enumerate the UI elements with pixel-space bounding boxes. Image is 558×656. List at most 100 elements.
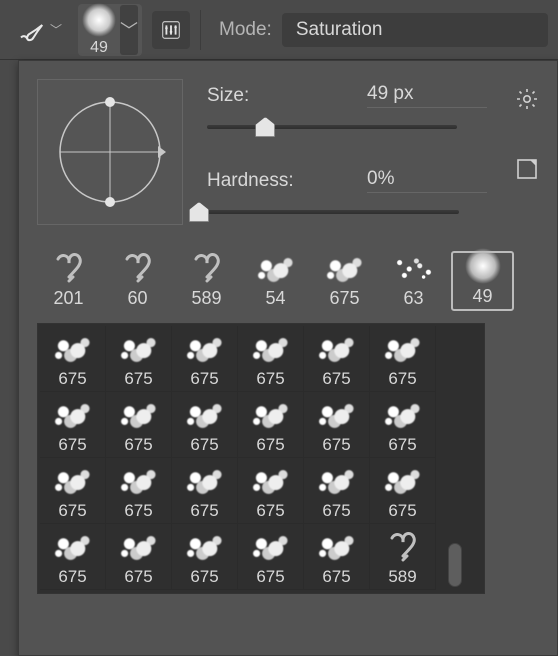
brush-preset[interactable]: 589 — [175, 251, 238, 311]
brush-grid: 6756756756756756756756756756756756756756… — [37, 323, 485, 594]
slider-thumb[interactable] — [189, 202, 209, 222]
brush-preview-icon — [49, 331, 97, 367]
recent-brushes-row: 201 60 589 54 675 63 49 — [37, 251, 539, 311]
brush-preset[interactable]: 675 — [172, 326, 238, 392]
brush-preview-icon — [181, 529, 229, 565]
brush-preview-icon — [313, 331, 361, 367]
brush-preset[interactable]: 63 — [382, 251, 445, 311]
brush-preview-icon — [49, 529, 97, 565]
brush-preset[interactable]: 675 — [106, 326, 172, 392]
brush-label: 675 — [124, 369, 152, 389]
brush-preview-icon — [379, 463, 427, 499]
hardness-value[interactable]: 0% — [367, 168, 487, 193]
brush-preset[interactable]: 675 — [370, 326, 436, 392]
brush-preset[interactable]: 675 — [370, 392, 436, 458]
brush-preview-icon — [379, 331, 427, 367]
brush-preview-icon — [313, 529, 361, 565]
brush-label: 675 — [322, 369, 350, 389]
size-value[interactable]: 49 px — [367, 83, 487, 108]
brush-preview-icon — [390, 251, 438, 286]
size-label: Size: — [207, 85, 307, 107]
hardness-control: Hardness: 0% — [207, 168, 491, 223]
gear-icon[interactable] — [515, 87, 539, 117]
brush-label: 675 — [58, 501, 86, 521]
brush-preview-icon — [115, 397, 163, 433]
brush-preview-icon — [49, 463, 97, 499]
brush-preset[interactable]: 675 — [238, 326, 304, 392]
scrollbar[interactable] — [436, 326, 474, 591]
brush-preview-icon — [313, 463, 361, 499]
brush-thumbnail — [82, 3, 116, 37]
brush-preview-icon — [183, 250, 231, 286]
blend-mode-dropdown[interactable]: Saturation — [282, 13, 548, 47]
brush-preset[interactable]: 675 — [172, 392, 238, 458]
brush-preview-icon — [379, 397, 427, 433]
brush-label: 60 — [127, 288, 147, 309]
brush-preset[interactable]: 675 — [238, 524, 304, 590]
size-control: Size: 49 px — [207, 83, 491, 138]
separator — [200, 10, 201, 50]
brush-label: 201 — [53, 288, 83, 309]
mode-label: Mode: — [219, 19, 272, 41]
brush-preset[interactable]: 675 — [40, 326, 106, 392]
brush-preset[interactable]: 675 — [40, 392, 106, 458]
brush-label: 675 — [190, 567, 218, 587]
brush-label: 675 — [322, 567, 350, 587]
brush-angle-control[interactable] — [37, 79, 183, 225]
brush-preset[interactable]: 675 — [40, 458, 106, 524]
brush-preset[interactable]: 675 — [313, 251, 376, 311]
brush-preview-icon — [247, 463, 295, 499]
brush-settings-button[interactable] — [152, 11, 190, 49]
brush-preset[interactable]: 675 — [172, 458, 238, 524]
brush-preset[interactable]: 675 — [304, 392, 370, 458]
brush-preview-icon — [115, 529, 163, 565]
brush-preset[interactable]: 675 — [40, 524, 106, 590]
brush-preset[interactable]: 675 — [106, 392, 172, 458]
brush-label: 675 — [256, 369, 284, 389]
brush-label: 675 — [58, 435, 86, 455]
brush-label: 49 — [472, 286, 492, 307]
brush-label: 63 — [403, 288, 423, 309]
brush-preview-icon — [114, 250, 162, 286]
size-slider[interactable] — [207, 116, 457, 138]
chevron-down-icon[interactable]: ﹀ — [120, 5, 138, 55]
brush-preset[interactable]: 675 — [238, 458, 304, 524]
brush-preset-dropdown[interactable]: 49 ﹀ — [78, 4, 142, 56]
new-preset-icon[interactable] — [515, 157, 539, 187]
brush-preset[interactable]: 675 — [106, 524, 172, 590]
brush-label: 675 — [388, 501, 416, 521]
brush-preview-icon — [115, 331, 163, 367]
brush-preview-icon — [313, 397, 361, 433]
brush-preset[interactable]: 675 — [238, 392, 304, 458]
brush-label: 675 — [58, 369, 86, 389]
scroll-thumb[interactable] — [448, 543, 462, 587]
brush-preset[interactable]: 675 — [370, 458, 436, 524]
brush-label: 54 — [265, 288, 285, 309]
slider-thumb[interactable] — [255, 117, 275, 137]
brush-preset[interactable]: 675 — [304, 458, 370, 524]
brush-preset[interactable]: 60 — [106, 251, 169, 311]
brush-preset[interactable]: 589 — [370, 524, 436, 590]
brush-label: 589 — [191, 288, 221, 309]
brush-label: 675 — [190, 501, 218, 521]
brush-tool-button[interactable]: ﹀ — [10, 11, 68, 49]
brush-label: 675 — [329, 288, 359, 309]
brush-preview-icon — [321, 251, 369, 286]
brush-preview-icon — [247, 331, 295, 367]
brush-preset[interactable]: 675 — [172, 524, 238, 590]
brush-label: 675 — [190, 435, 218, 455]
brush-preset[interactable]: 675 — [304, 326, 370, 392]
brush-preview-icon — [181, 463, 229, 499]
brush-preset[interactable]: 675 — [106, 458, 172, 524]
brush-preset[interactable]: 49 — [451, 251, 514, 311]
hardness-slider[interactable] — [189, 201, 459, 223]
brush-label: 675 — [124, 435, 152, 455]
brush-preset[interactable]: 201 — [37, 251, 100, 311]
brush-preset[interactable]: 675 — [304, 524, 370, 590]
brush-label: 675 — [322, 501, 350, 521]
brush-label: 675 — [388, 435, 416, 455]
hardness-label: Hardness: — [207, 170, 307, 192]
brush-label: 589 — [388, 567, 416, 587]
brush-label: 675 — [124, 567, 152, 587]
brush-preset[interactable]: 54 — [244, 251, 307, 311]
